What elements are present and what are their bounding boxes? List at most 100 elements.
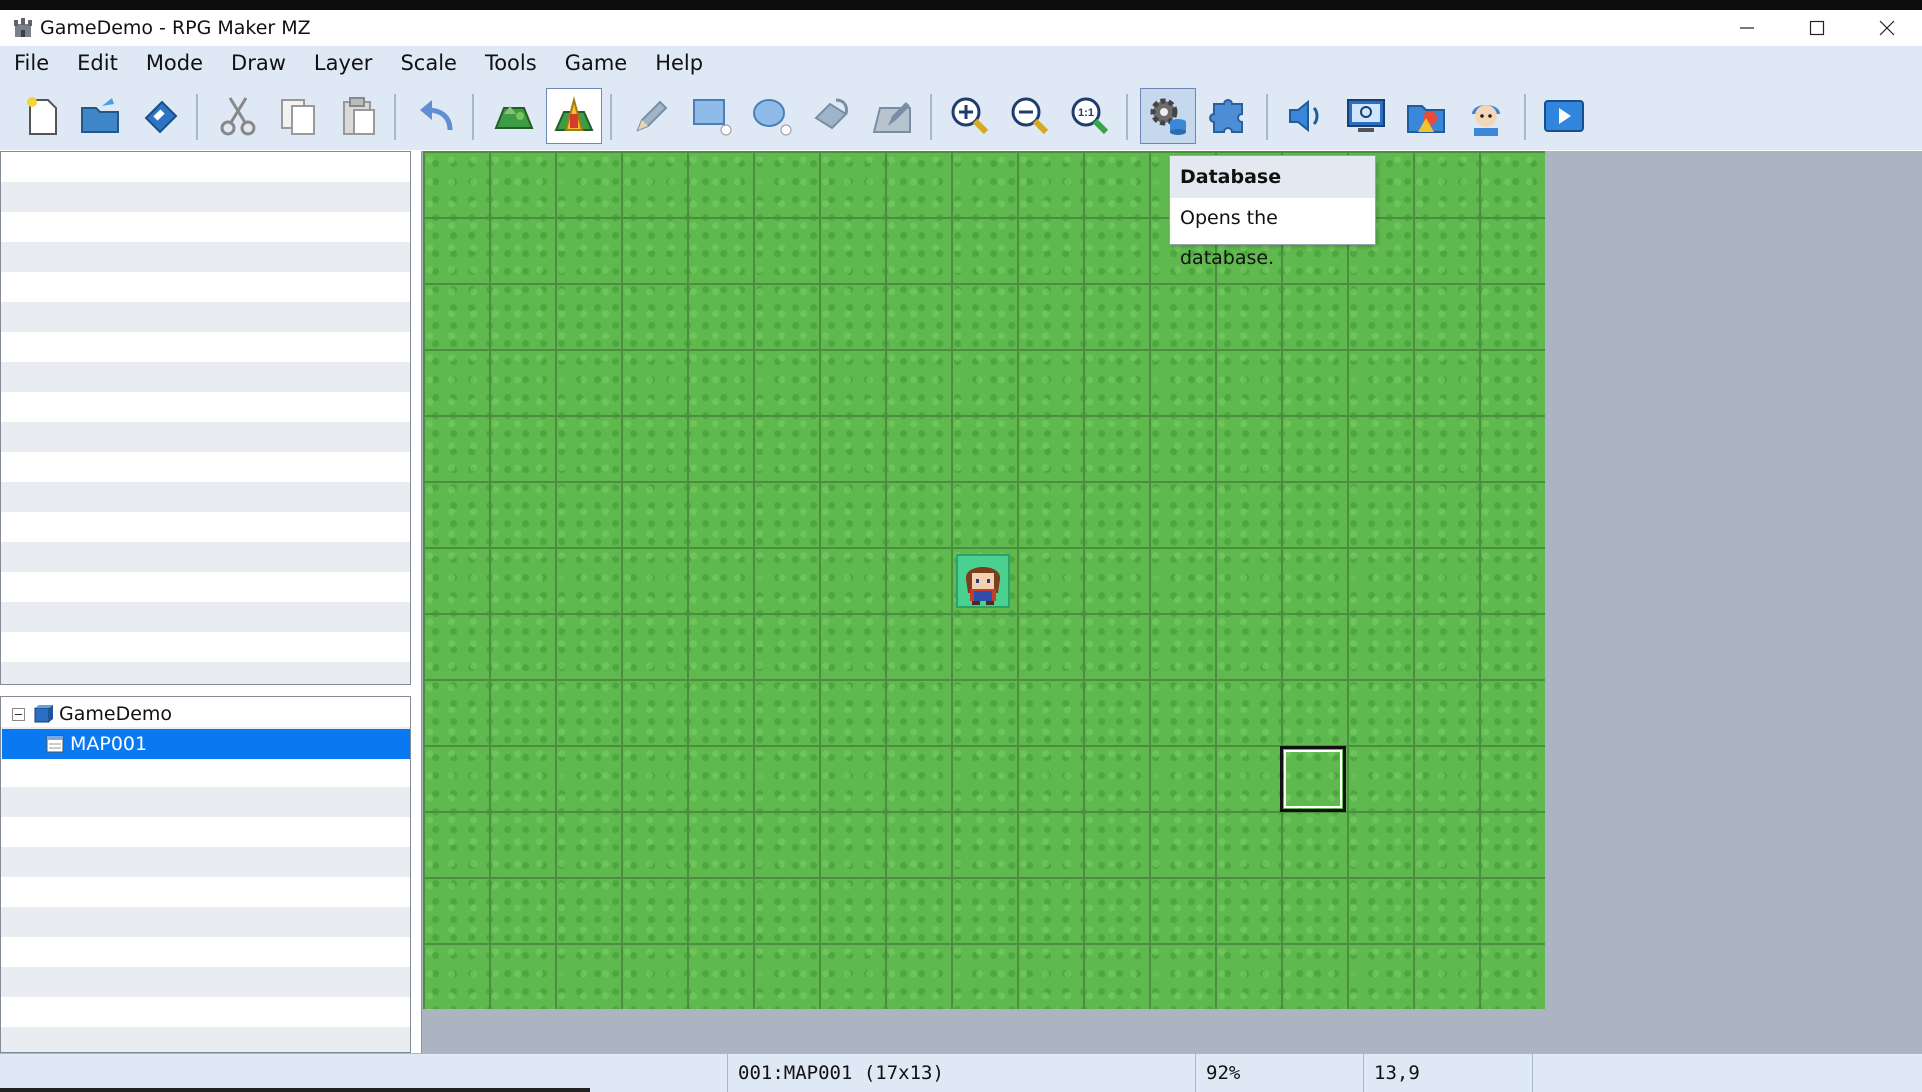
zoom-in-icon: [951, 97, 989, 135]
event-searcher-button[interactable]: [1338, 88, 1394, 144]
save-icon: [144, 100, 178, 134]
plugin-puzzle-icon: [1209, 99, 1243, 133]
open-folder-icon: [81, 98, 119, 133]
close-icon: [1879, 20, 1895, 36]
toolbar-separator: [472, 94, 474, 140]
hero-character-sprite: [965, 567, 1001, 605]
actual-size-label: 1:1: [1078, 107, 1094, 119]
new-project-button[interactable]: [14, 88, 70, 144]
cut-button[interactable]: [210, 88, 266, 144]
toolbar-separator: [1524, 94, 1526, 140]
menu-game[interactable]: Game: [551, 46, 642, 80]
database-button[interactable]: [1140, 88, 1196, 144]
copy-button[interactable]: [270, 88, 326, 144]
toolbar-separator: [1266, 94, 1268, 140]
open-project-button[interactable]: [72, 88, 128, 144]
status-bar: 001:MAP001 (17x13) 92% 13,9: [0, 1053, 1922, 1092]
tree-item-project[interactable]: GameDemo: [2, 699, 410, 729]
menu-scale[interactable]: Scale: [386, 46, 471, 80]
menu-draw[interactable]: Draw: [217, 46, 300, 80]
copy-icon: [281, 99, 315, 135]
zoom-out-icon: [1011, 97, 1049, 135]
player-start-event[interactable]: [956, 554, 1010, 608]
paste-icon: [343, 97, 375, 135]
shadow-pen-icon: [872, 102, 911, 133]
window-top-edge: [0, 0, 1922, 10]
map-mode-button[interactable]: [486, 88, 542, 144]
tree-item-map001[interactable]: MAP001: [2, 729, 410, 759]
maximize-button[interactable]: [1782, 10, 1852, 46]
toolbar-separator: [610, 94, 612, 140]
speaker-icon: [1289, 99, 1319, 133]
map-editor-area[interactable]: [421, 151, 1922, 1053]
status-empty-cell: [1532, 1054, 1922, 1092]
minimize-icon: [1740, 27, 1754, 29]
resource-manager-button[interactable]: [1398, 88, 1454, 144]
map-canvas[interactable]: [423, 151, 1545, 1009]
toolbar-separator: [930, 94, 932, 140]
status-map-info: 001:MAP001 (17x13): [727, 1054, 1195, 1092]
fill-bucket-icon: [814, 98, 848, 130]
undo-button[interactable]: [408, 88, 464, 144]
map-tree-panel: GameDemo MAP001: [0, 696, 411, 1053]
menu-mode[interactable]: Mode: [132, 46, 217, 80]
play-icon: [1544, 100, 1584, 132]
database-tooltip: Database Opens the database.: [1169, 155, 1376, 269]
tree-item-label: MAP001: [70, 733, 148, 755]
pencil-icon: [636, 100, 668, 132]
zoom-out-button[interactable]: [1002, 88, 1058, 144]
resource-folder-icon: [1407, 105, 1445, 133]
cut-icon: [220, 97, 256, 136]
menu-edit[interactable]: Edit: [63, 46, 132, 80]
actual-size-button[interactable]: 1:1: [1062, 88, 1118, 144]
taskbar-edge: [0, 1088, 590, 1092]
event-mode-button[interactable]: [546, 88, 602, 144]
menu-tools[interactable]: Tools: [471, 46, 551, 80]
save-project-button[interactable]: [132, 88, 188, 144]
flood-fill-tool-button[interactable]: [804, 88, 860, 144]
map-icon: [46, 735, 64, 753]
new-project-icon: [27, 97, 57, 135]
tree-item-label: GameDemo: [59, 703, 173, 725]
window-title: GameDemo - RPG Maker MZ: [40, 17, 311, 39]
status-zoom: 92%: [1195, 1054, 1363, 1092]
toolbar-separator: [394, 94, 396, 140]
menu-help[interactable]: Help: [641, 46, 717, 80]
event-mode-icon: [554, 96, 594, 131]
toolbar-separator: [1126, 94, 1128, 140]
pencil-tool-button[interactable]: [624, 88, 680, 144]
database-gear-icon: [1150, 98, 1186, 135]
tile-selection-cursor: [1280, 746, 1346, 812]
rectangle-tool-button[interactable]: [684, 88, 740, 144]
project-cube-icon: [34, 705, 53, 723]
ellipse-icon: [753, 99, 792, 136]
ellipse-tool-button[interactable]: [744, 88, 800, 144]
minimize-button[interactable]: [1712, 10, 1782, 46]
actual-size-zoom-icon: 1:1: [1071, 97, 1109, 135]
app-castle-icon: [14, 18, 32, 37]
toolbar-separator: [196, 94, 198, 140]
rectangle-icon: [693, 99, 732, 136]
character-face-icon: [1472, 105, 1500, 136]
maximize-icon: [1809, 20, 1825, 36]
undo-icon: [420, 100, 453, 131]
tileset-palette-panel[interactable]: [0, 151, 411, 685]
monitor-search-icon: [1347, 99, 1385, 132]
title-bar: GameDemo - RPG Maker MZ: [0, 10, 1922, 46]
playtest-button[interactable]: [1536, 88, 1592, 144]
sound-test-button[interactable]: [1278, 88, 1334, 144]
map-mode-icon: [494, 106, 534, 129]
menu-bar: File Edit Mode Draw Layer Scale Tools Ga…: [0, 46, 1922, 80]
tooltip-description: Opens the database.: [1180, 207, 1278, 269]
collapse-toggle-icon[interactable]: [12, 707, 25, 721]
tooltip-title: Database: [1170, 156, 1375, 198]
character-generator-button[interactable]: [1458, 88, 1514, 144]
menu-layer[interactable]: Layer: [300, 46, 387, 80]
zoom-in-button[interactable]: [942, 88, 998, 144]
menu-file[interactable]: File: [0, 46, 63, 80]
paste-button[interactable]: [330, 88, 386, 144]
close-button[interactable]: [1852, 10, 1922, 46]
toolbar: 1:1: [0, 80, 1922, 150]
plugin-manager-button[interactable]: [1200, 88, 1256, 144]
shadow-pen-tool-button[interactable]: [864, 88, 920, 144]
